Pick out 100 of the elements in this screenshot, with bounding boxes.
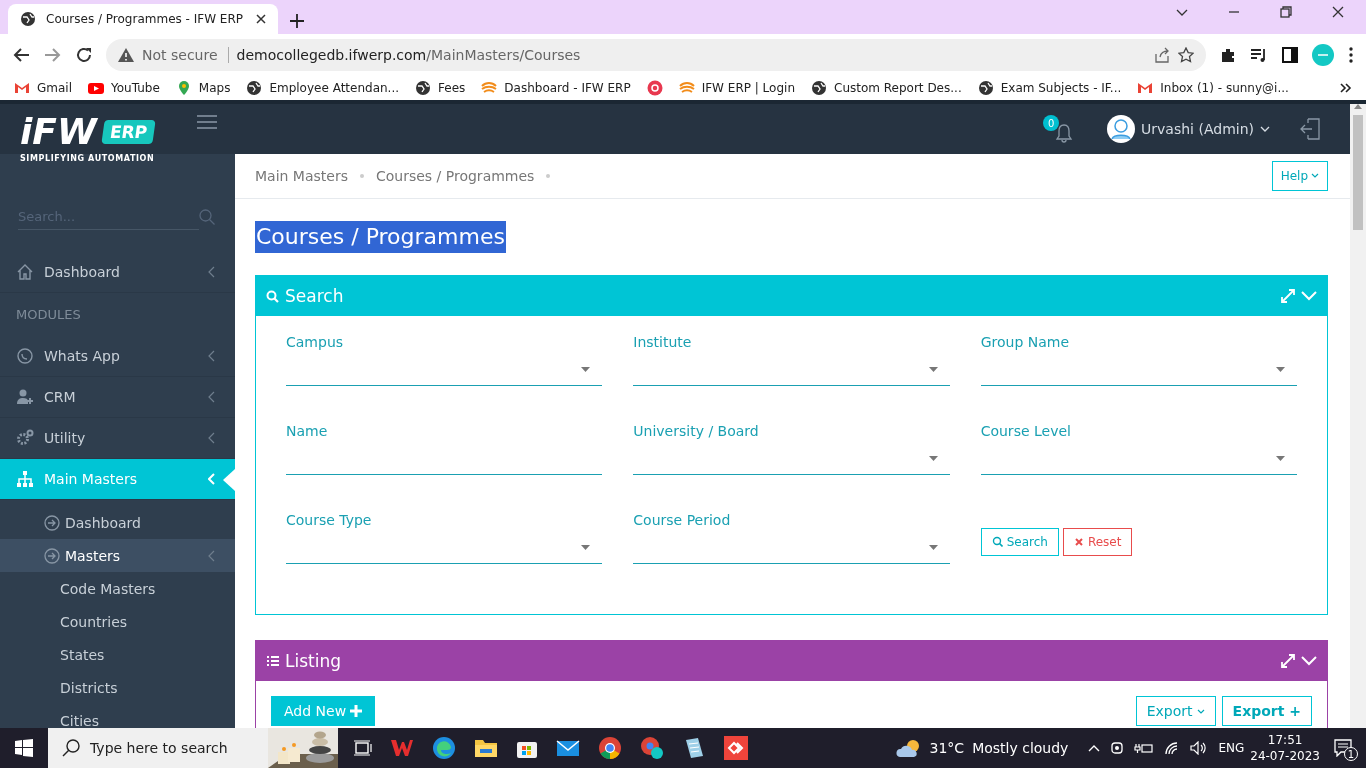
sidebar-subitem[interactable]: Masters (0, 539, 235, 572)
mail-icon[interactable] (556, 738, 580, 758)
scrollbar[interactable] (1350, 104, 1366, 728)
sidebar-subitem[interactable]: Dashboard (0, 506, 235, 539)
puzzle-icon[interactable] (1220, 47, 1236, 63)
logo-badge: ERP (100, 120, 156, 144)
browser-tab[interactable]: Courses / Programmes - IFW ERP (8, 4, 278, 34)
caret-icon (928, 456, 938, 461)
taskbar-search-field[interactable]: Type here to search (48, 728, 338, 768)
target-icon (646, 80, 663, 96)
bookmark[interactable] (646, 80, 663, 96)
chevron-left-icon (208, 266, 215, 278)
office-app-icon[interactable] (390, 738, 414, 758)
media-queue-icon[interactable] (1250, 47, 1268, 63)
caret-icon (1276, 367, 1285, 372)
reset-button[interactable]: Reset (1062, 527, 1133, 556)
folder-icon[interactable] (474, 737, 498, 759)
mail-icon (1137, 80, 1154, 96)
caret-icon (928, 545, 938, 550)
globe-icon (811, 80, 827, 96)
arrow-circle-icon (44, 514, 60, 531)
chrome-profile-icon[interactable] (640, 736, 664, 760)
field-label: Course Type (286, 512, 373, 530)
bookmark[interactable]: Gmail (14, 80, 72, 96)
close-icon[interactable] (1332, 6, 1344, 18)
back-icon[interactable] (12, 47, 30, 63)
browser-edge-icon[interactable] (432, 736, 456, 760)
user-menu[interactable]: Urvashi (Admin) (1107, 115, 1270, 143)
bookmark[interactable]: YouTube (88, 80, 160, 96)
caret-icon (1311, 173, 1319, 179)
notification-badge: 0 (1043, 115, 1060, 131)
restore-icon[interactable] (1280, 6, 1292, 18)
clock[interactable]: 17:51 24-07-2023 (1250, 732, 1320, 764)
language-indicator[interactable]: ENG (1218, 741, 1245, 755)
weather-widget[interactable]: 31°C Mostly cloudy (895, 738, 1069, 758)
video-icon (88, 80, 104, 96)
bell-icon[interactable] (1055, 123, 1074, 143)
sidebar-subitem[interactable]: Cities (0, 704, 235, 728)
field-label: Name (286, 423, 329, 441)
scrollbar-thumb[interactable] (1353, 115, 1363, 230)
sidebar-subitem[interactable]: Code Masters (0, 572, 235, 605)
chevron-up-icon[interactable] (1088, 744, 1101, 752)
chrome-icon[interactable] (598, 736, 622, 760)
star-icon[interactable] (1178, 47, 1194, 63)
swirl-icon (678, 80, 695, 96)
field-label: Course Level (980, 423, 1072, 441)
close-icon[interactable] (256, 14, 266, 24)
share-icon[interactable] (1154, 47, 1170, 63)
chat-icon (16, 347, 34, 365)
field-label: Course Period (633, 512, 732, 530)
more-icon[interactable] (1340, 82, 1352, 94)
home-icon (16, 263, 34, 281)
caret-icon (928, 367, 938, 372)
task-view-icon[interactable] (354, 740, 372, 756)
caret-icon (581, 545, 591, 550)
forward-icon[interactable] (44, 47, 62, 63)
battery-icon[interactable] (1134, 741, 1155, 755)
bookmark[interactable]: Custom Report Des... (811, 80, 962, 96)
new-tab-icon[interactable] (290, 14, 304, 28)
bookmark[interactable]: Fees (415, 80, 466, 96)
notification-icon[interactable] (1334, 739, 1352, 757)
remote-desktop-icon[interactable] (724, 736, 748, 760)
reload-icon[interactable] (76, 47, 92, 63)
logout-icon[interactable] (1300, 118, 1320, 140)
logo-tagline: SIMPLIFYING AUTOMATION (20, 154, 155, 163)
bookmark[interactable]: Dashboard - IFW ERP (481, 80, 631, 96)
sidebar-subitem[interactable]: States (0, 638, 235, 671)
globe-icon (415, 80, 432, 96)
sitemap-icon (16, 470, 34, 488)
volume-icon[interactable] (1190, 741, 1209, 755)
notification-count: 1 (1344, 747, 1358, 761)
gears-icon (16, 429, 34, 447)
logo-wordmark: iFW (20, 114, 97, 150)
avatar-icon (1107, 115, 1136, 143)
menu-icon[interactable] (1348, 47, 1354, 63)
bookmark[interactable]: IFW ERP | Login (678, 80, 795, 96)
caret-icon (1276, 456, 1285, 461)
breadcrumb-link[interactable]: Main Masters (255, 168, 348, 184)
list-icon (266, 654, 279, 668)
chevron-left-icon (208, 350, 215, 362)
bookmark[interactable]: Employee Attendan... (246, 80, 400, 96)
windows-icon[interactable] (15, 739, 33, 757)
expand-icon[interactable] (1281, 654, 1295, 668)
sidebar-subitem[interactable]: Districts (0, 671, 235, 704)
side-panel-icon[interactable] (1282, 47, 1298, 63)
field-label: Group Name (980, 334, 1071, 352)
globe-icon (977, 80, 994, 96)
address-bar[interactable]: Not secure democollegedb.ifwerp.com/MainMasters/Courses (106, 39, 1206, 71)
panel-header: Listing (256, 641, 1327, 681)
panel-header: Search (256, 276, 1327, 316)
breadcrumb-link[interactable]: Courses / Programmes (376, 168, 535, 184)
swirl-icon (481, 80, 498, 96)
bookmark[interactable]: Exam Subjects - IF... (977, 80, 1122, 96)
bookmark[interactable]: Maps (175, 80, 231, 96)
camera-icon[interactable] (1110, 740, 1125, 756)
cloud-sun-icon (895, 738, 922, 758)
sidebar-subitem[interactable]: Countries (0, 605, 235, 638)
chevron-down-icon[interactable] (1301, 656, 1317, 666)
field-label: University / Board (633, 423, 760, 441)
bookmark[interactable]: Inbox (1) - sunny@i... (1137, 80, 1289, 96)
